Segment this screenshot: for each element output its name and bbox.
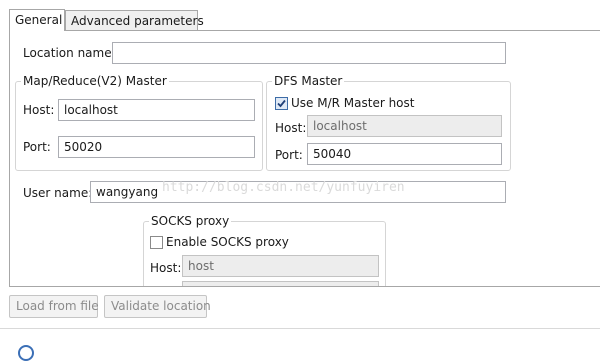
socks-proxy-title: SOCKS proxy xyxy=(149,214,232,228)
mapreduce-host-label: Host: xyxy=(23,103,55,117)
socks-host-input[interactable]: host xyxy=(182,255,379,277)
socks-host-label: Host: xyxy=(150,261,182,275)
enable-socks-proxy-checkbox[interactable] xyxy=(150,236,163,249)
enable-socks-proxy-label[interactable]: Enable SOCKS proxy xyxy=(166,234,289,250)
location-name-label: Location name: xyxy=(23,46,116,60)
tab-general[interactable]: General xyxy=(9,9,65,31)
tab-general-label: General xyxy=(15,13,63,27)
mapreduce-port-input[interactable]: 50020 xyxy=(58,136,255,158)
mapreduce-host-input[interactable]: localhost xyxy=(58,99,255,121)
help-icon[interactable] xyxy=(18,345,34,361)
use-mr-master-host-checkbox[interactable] xyxy=(275,97,288,110)
user-name-label: User name: xyxy=(23,186,93,200)
dfs-host-label: Host: xyxy=(275,121,307,135)
load-from-file-button[interactable]: Load from file xyxy=(9,295,99,318)
use-mr-master-host-label[interactable]: Use M/R Master host xyxy=(291,95,414,111)
validate-location-button[interactable]: Validate location xyxy=(104,295,211,318)
tab-advanced-parameters[interactable]: Advanced parameters xyxy=(65,10,204,30)
dfs-port-input[interactable]: 50040 xyxy=(307,143,502,165)
user-name-input[interactable]: wangyang xyxy=(90,181,506,203)
socks-proxy-group xyxy=(143,221,386,286)
dfs-master-title: DFS Master xyxy=(272,74,345,88)
tab-advanced-parameters-label: Advanced parameters xyxy=(71,14,204,28)
dfs-port-label: Port: xyxy=(275,148,303,162)
general-tab-panel: Location name: Map/Reduce(V2) Master Hos… xyxy=(9,30,600,287)
checkmark-icon xyxy=(277,99,286,108)
dfs-host-input[interactable]: localhost xyxy=(307,115,502,137)
socks-port-input[interactable] xyxy=(182,281,379,286)
mapreduce-master-title: Map/Reduce(V2) Master xyxy=(21,74,169,88)
location-name-input[interactable] xyxy=(112,42,506,64)
dialog-separator xyxy=(0,328,600,329)
mapreduce-port-label: Port: xyxy=(23,140,51,154)
